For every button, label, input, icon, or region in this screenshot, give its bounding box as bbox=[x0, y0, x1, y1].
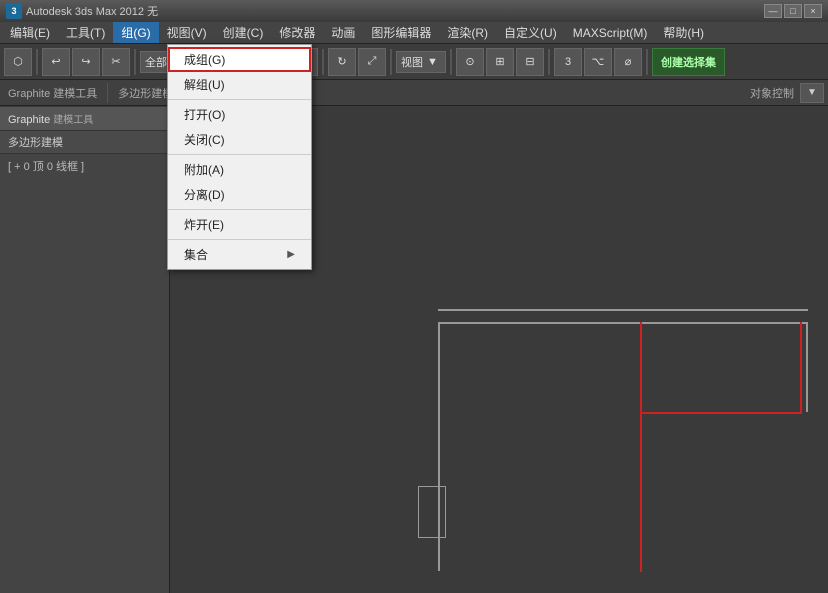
dropdown-item-assembly[interactable]: 集合 ▶ bbox=[168, 242, 311, 267]
close-button[interactable]: × bbox=[804, 4, 822, 18]
assembly-label: 集合 bbox=[184, 246, 208, 263]
menu-item-edit[interactable]: 编辑(E) bbox=[2, 22, 58, 43]
maximize-button[interactable]: □ bbox=[784, 4, 802, 18]
dropdown-item-open[interactable]: 打开(O) bbox=[168, 102, 311, 127]
toolbar-icon-8[interactable]: ⊞ bbox=[486, 48, 514, 76]
panel-header: Graphite 建模工具 bbox=[0, 107, 169, 131]
dropdown-item-group[interactable]: 成组(G) bbox=[168, 47, 311, 72]
dropdown-separator-1 bbox=[168, 99, 311, 100]
toolbar-icon-11[interactable]: ⌥ bbox=[584, 48, 612, 76]
toolbar-sep-6 bbox=[450, 49, 452, 75]
toolbar-sep-7 bbox=[548, 49, 550, 75]
menu-item-render[interactable]: 渲染(R) bbox=[439, 22, 496, 43]
graphite-label: Graphite bbox=[8, 114, 50, 126]
object-control-dropdown[interactable]: ▼ bbox=[800, 83, 824, 103]
menu-item-tools[interactable]: 工具(T) bbox=[58, 22, 113, 43]
view-dropdown-arrow: ▼ bbox=[427, 56, 438, 68]
dropdown-separator-2 bbox=[168, 154, 311, 155]
toolbar-icon-12[interactable]: ⌀ bbox=[614, 48, 642, 76]
menu-item-modifier[interactable]: 修改器 bbox=[271, 22, 323, 43]
view-dropdown[interactable]: 视图 ▼ bbox=[396, 51, 446, 73]
dropdown-item-detach[interactable]: 分离(D) bbox=[168, 182, 311, 207]
graphite-tools-label: Graphite 建模工具 bbox=[4, 85, 101, 101]
menu-item-view[interactable]: 视图(V) bbox=[159, 22, 215, 43]
toolbar-sep-2 bbox=[134, 49, 136, 75]
minimize-button[interactable]: — bbox=[764, 4, 782, 18]
polygon-modeling-label: 多边形建模 bbox=[8, 137, 63, 149]
toolbar-scale[interactable]: ⤢ bbox=[358, 48, 386, 76]
shape-top-line bbox=[438, 309, 808, 311]
toolbar-sep-1 bbox=[36, 49, 38, 75]
toolbar-icon-10[interactable]: 3 bbox=[554, 48, 582, 76]
small-rect-shape bbox=[418, 486, 446, 538]
menu-item-create[interactable]: 创建(C) bbox=[215, 22, 272, 43]
dropdown-item-ungroup[interactable]: 解组(U) bbox=[168, 72, 311, 97]
shape-center-vertical bbox=[640, 322, 642, 572]
secondary-toolbar: Graphite 建模工具 多边形建模 对象控制 ▼ bbox=[0, 80, 828, 106]
dropdown-item-explode[interactable]: 炸开(E) bbox=[168, 212, 311, 237]
dropdown-separator-3 bbox=[168, 209, 311, 210]
toolbar-undo[interactable]: ↩ bbox=[42, 48, 70, 76]
toolbar2-sep-1 bbox=[107, 83, 108, 103]
menu-item-group[interactable]: 组(G) bbox=[113, 22, 158, 43]
panel-info: [ + 0 顶 0 线框 ] bbox=[0, 154, 169, 178]
window-controls: — □ × bbox=[764, 4, 822, 18]
create-selection-button[interactable]: 创建选择集 bbox=[652, 48, 725, 76]
toolbar-icon-1[interactable]: ⬡ bbox=[4, 48, 32, 76]
object-control-section: 对象控制 bbox=[746, 85, 798, 101]
menu-item-help[interactable]: 帮助(H) bbox=[655, 22, 712, 43]
group-dropdown-menu: 成组(G) 解组(U) 打开(O) 关闭(C) 附加(A) 分离(D) 炸开(E… bbox=[167, 44, 312, 270]
toolbar-redo[interactable]: ↪ bbox=[72, 48, 100, 76]
dropdown-item-close[interactable]: 关闭(C) bbox=[168, 127, 311, 152]
dropdown-separator-4 bbox=[168, 239, 311, 240]
assembly-arrow-icon: ▶ bbox=[287, 249, 295, 260]
toolbar-sep-8 bbox=[646, 49, 648, 75]
shape-right-edge bbox=[806, 322, 808, 412]
main-toolbar: ⬡ ↩ ↪ ✂ 全部 ▼ ⬚ ⊕ ✕ ◈ ↻ ⤢ 视图 ▼ ⊙ ⊞ ⊟ 3 ⌥ … bbox=[0, 44, 828, 80]
shape-right-vertical bbox=[800, 322, 802, 412]
title-text: Autodesk 3ds Max 2012 无 bbox=[26, 3, 158, 19]
toolbar-rotate[interactable]: ↻ bbox=[328, 48, 356, 76]
title-left: 3 Autodesk 3ds Max 2012 无 bbox=[6, 3, 158, 19]
title-bar: 3 Autodesk 3ds Max 2012 无 — □ × bbox=[0, 0, 828, 22]
object-control-label: 对象控制 bbox=[746, 85, 798, 101]
left-panel: Graphite 建模工具 多边形建模 [ + 0 顶 0 线框 ] bbox=[0, 107, 170, 593]
toolbar-sep-4 bbox=[322, 49, 324, 75]
menu-item-maxscript[interactable]: MAXScript(M) bbox=[565, 22, 656, 43]
menu-item-animation[interactable]: 动画 bbox=[323, 22, 363, 43]
menu-item-graph-editor[interactable]: 图形编辑器 bbox=[363, 22, 439, 43]
toolbar-icon-7[interactable]: ⊙ bbox=[456, 48, 484, 76]
toolbar-icon-3[interactable]: ✂ bbox=[102, 48, 130, 76]
menu-item-customize[interactable]: 自定义(U) bbox=[496, 22, 565, 43]
graphite-section: Graphite 建模工具 bbox=[4, 85, 101, 101]
vertex-edge-info: [ + 0 顶 0 线框 ] bbox=[8, 161, 84, 173]
shape-bottom-h bbox=[640, 412, 802, 414]
toolbar-icon-9[interactable]: ⊟ bbox=[516, 48, 544, 76]
dropdown-item-attach[interactable]: 附加(A) bbox=[168, 157, 311, 182]
shape-inner-line bbox=[438, 322, 808, 324]
app-icon: 3 bbox=[6, 3, 22, 19]
panel-subheader: 多边形建模 bbox=[0, 131, 169, 154]
menu-bar: 编辑(E) 工具(T) 组(G) 视图(V) 创建(C) 修改器 动画 图形编辑… bbox=[0, 22, 828, 44]
toolbar-sep-5 bbox=[390, 49, 392, 75]
